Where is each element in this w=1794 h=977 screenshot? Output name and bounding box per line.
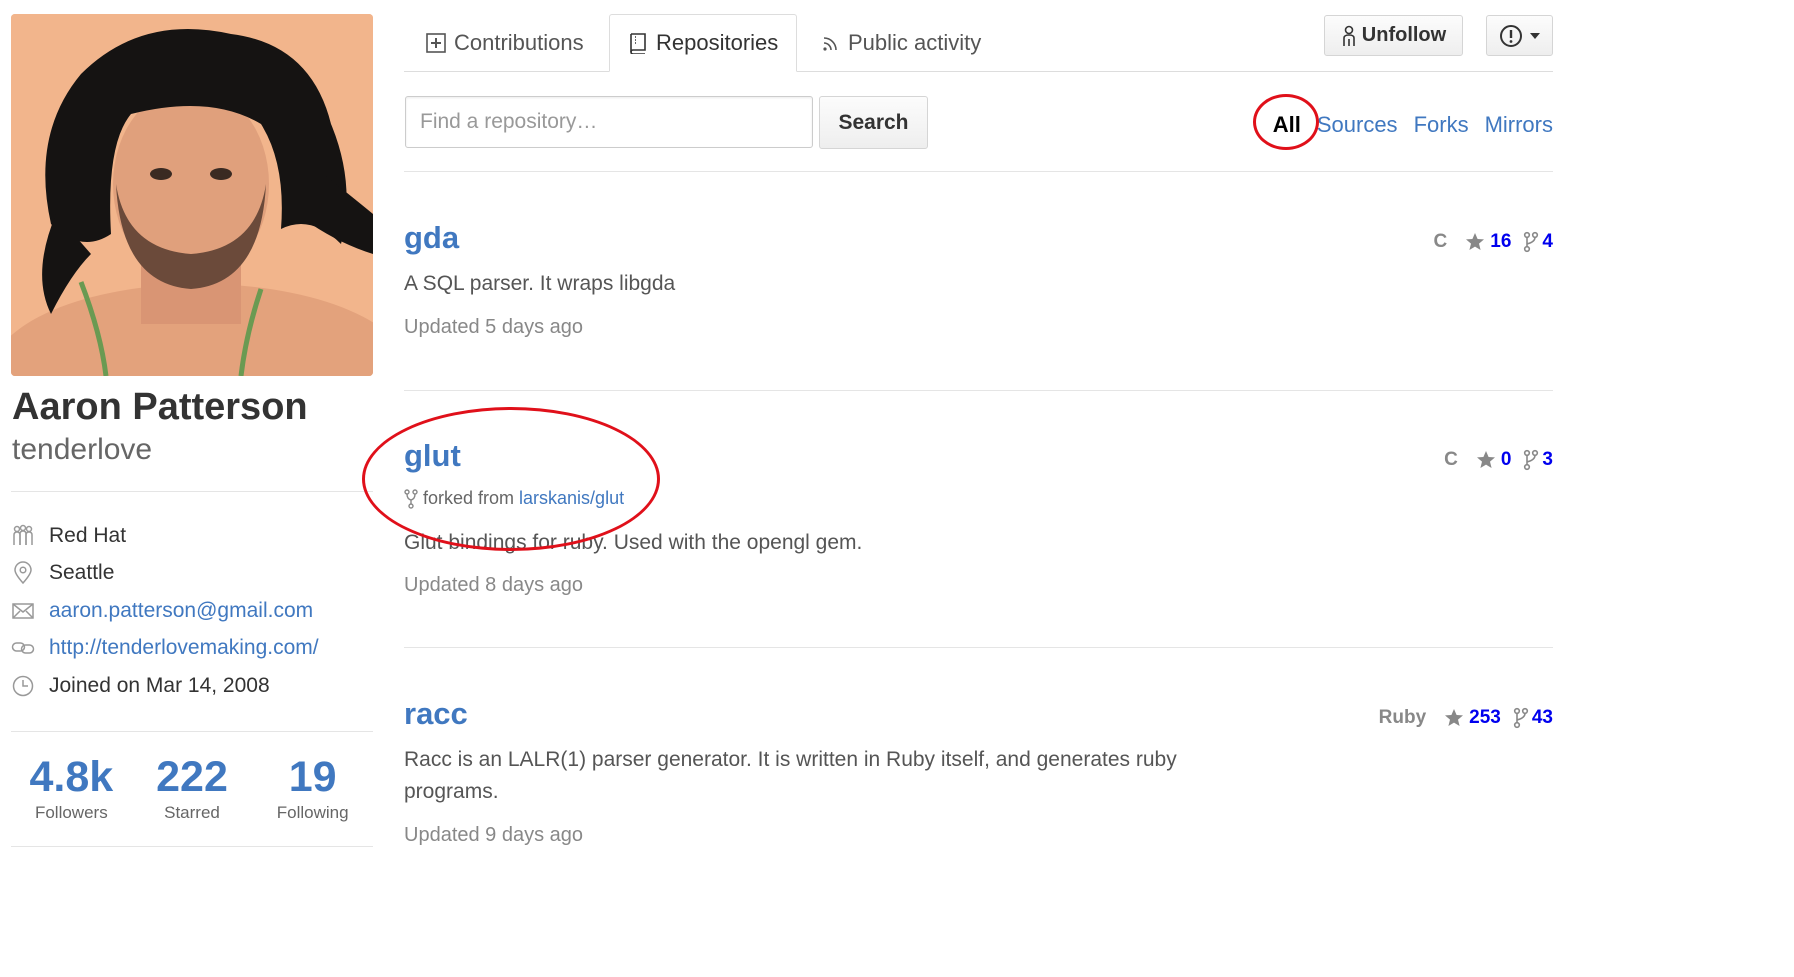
repo-forks-count: 4 (1542, 231, 1553, 252)
stat-starred-label: Starred (164, 803, 220, 822)
profile-tabs: Contributions Repositories Public activi… (404, 14, 1553, 72)
tab-repositories-label: Repositories (656, 30, 779, 55)
repo-stars-count: 16 (1490, 231, 1512, 252)
repo-updated: Updated 5 days ago (404, 316, 584, 338)
repo-forks[interactable]: 4 (1523, 231, 1553, 253)
repo-stars[interactable]: 0 (1476, 449, 1512, 471)
repository-search-input[interactable] (405, 96, 813, 148)
filter-mirrors[interactable]: Mirrors (1485, 112, 1553, 138)
repo-forks[interactable]: 3 (1523, 449, 1553, 471)
repo-description: A SQL parser. It wraps libgda (404, 272, 676, 295)
repo-stats: C 0 3 (1444, 449, 1553, 471)
detail-organization-text: Red Hat (49, 523, 127, 547)
detail-joined: Joined on Mar 14, 2008 (11, 667, 381, 705)
repo-divider (404, 390, 1553, 391)
repo-updated: Updated 9 days ago (404, 824, 584, 846)
repo-name-link[interactable]: racc (404, 696, 468, 732)
repo-name-link[interactable]: gda (404, 220, 459, 256)
repo-language: C (1433, 231, 1448, 252)
detail-email[interactable]: aaron.patterson@gmail.com (11, 592, 381, 630)
search-button[interactable]: Search (819, 96, 928, 149)
repo-language: Ruby (1378, 707, 1427, 728)
stat-followers-value: 4.8k (29, 753, 114, 801)
caret-down-icon (1529, 32, 1540, 39)
stats-divider-top (11, 731, 373, 732)
repo-item: racc Racc is an LALR(1) parser generator… (404, 694, 1553, 977)
repo-stars[interactable]: 16 (1465, 231, 1511, 253)
stat-followers[interactable]: 4.8k Followers (11, 752, 132, 823)
repo-forks[interactable]: 43 (1513, 707, 1553, 729)
detail-location-text: Seattle (49, 561, 115, 585)
email-link[interactable]: aaron.patterson@gmail.com (49, 599, 313, 623)
detail-website[interactable]: http://tenderlovemaking.com/ (11, 630, 381, 668)
link-icon (11, 636, 49, 660)
stats-divider-bottom (11, 846, 373, 847)
book-icon (630, 33, 646, 54)
mail-icon (11, 599, 49, 623)
stat-following-value: 19 (288, 753, 337, 801)
repo-stars-count: 0 (1500, 449, 1512, 470)
repo-stars[interactable]: 253 (1444, 707, 1501, 729)
star-icon (1466, 233, 1485, 250)
detail-joined-text: Joined on Mar 14, 2008 (49, 673, 270, 697)
tab-public-activity-label: Public activity (848, 29, 982, 55)
fork-icon (1524, 231, 1539, 253)
repo-divider (404, 647, 1553, 648)
plus-square-icon (426, 32, 446, 53)
stat-starred-value: 222 (156, 753, 228, 801)
profile-username: tenderlove (12, 433, 153, 466)
search-button-label: Search (838, 110, 909, 134)
annotation-circle-all (1253, 94, 1319, 150)
unfollow-button[interactable]: Unfollow (1324, 15, 1463, 56)
repo-language: C (1444, 449, 1458, 470)
avatar-photo (11, 14, 373, 376)
stat-starred[interactable]: 222 Starred (132, 752, 253, 823)
repo-stats: C 16 4 (1434, 231, 1553, 253)
stat-followers-label: Followers (34, 803, 108, 822)
website-link[interactable]: http://tenderlovemaking.com/ (49, 636, 319, 660)
profile-details: Red Hat Seattle aaron.patterson@gmail.co… (11, 517, 381, 705)
tab-contributions[interactable]: Contributions (426, 14, 584, 71)
star-icon (1445, 709, 1464, 726)
clock-icon (11, 674, 49, 698)
tab-repositories[interactable]: Repositories (609, 14, 798, 72)
filter-sources[interactable]: Sources (1317, 112, 1398, 138)
person-icon (1342, 25, 1355, 46)
repo-forks-count: 3 (1542, 449, 1553, 470)
fork-icon (1524, 449, 1539, 471)
rss-icon (823, 36, 837, 51)
filter-divider (404, 171, 1553, 172)
profile-avatar (11, 14, 373, 376)
report-menu-button[interactable] (1486, 15, 1553, 56)
location-pin-icon (11, 561, 49, 585)
fork-icon (1513, 707, 1528, 729)
annotation-circle-fork (362, 407, 660, 551)
repo-updated: Updated 8 days ago (404, 574, 584, 596)
filter-forks[interactable]: Forks (1414, 112, 1469, 138)
stat-following-label: Following (276, 803, 349, 822)
profile-full-name: Aaron Patterson (12, 386, 308, 428)
detail-organization: Red Hat (11, 517, 381, 555)
repo-stats: Ruby 253 43 (1379, 707, 1553, 729)
tab-contributions-label: Contributions (454, 29, 584, 55)
tab-public-activity[interactable]: Public activity (822, 14, 981, 71)
detail-location: Seattle (11, 555, 381, 593)
profile-stats: 4.8k Followers 222 Starred 19 Following (11, 752, 373, 823)
repo-forks-count: 43 (1531, 707, 1553, 728)
alert-circle-icon (1499, 24, 1522, 47)
repo-stars-count: 253 (1469, 707, 1501, 728)
repo-item: gda A SQL parser. It wraps libgda Update… (404, 218, 1553, 390)
star-icon (1476, 451, 1495, 468)
unfollow-button-label: Unfollow (1361, 24, 1447, 46)
organization-icon (11, 524, 49, 548)
profile-divider (11, 491, 373, 492)
repo-description: Racc is an LALR(1) parser generator. It … (404, 748, 1177, 803)
stat-following[interactable]: 19 Following (252, 752, 373, 823)
